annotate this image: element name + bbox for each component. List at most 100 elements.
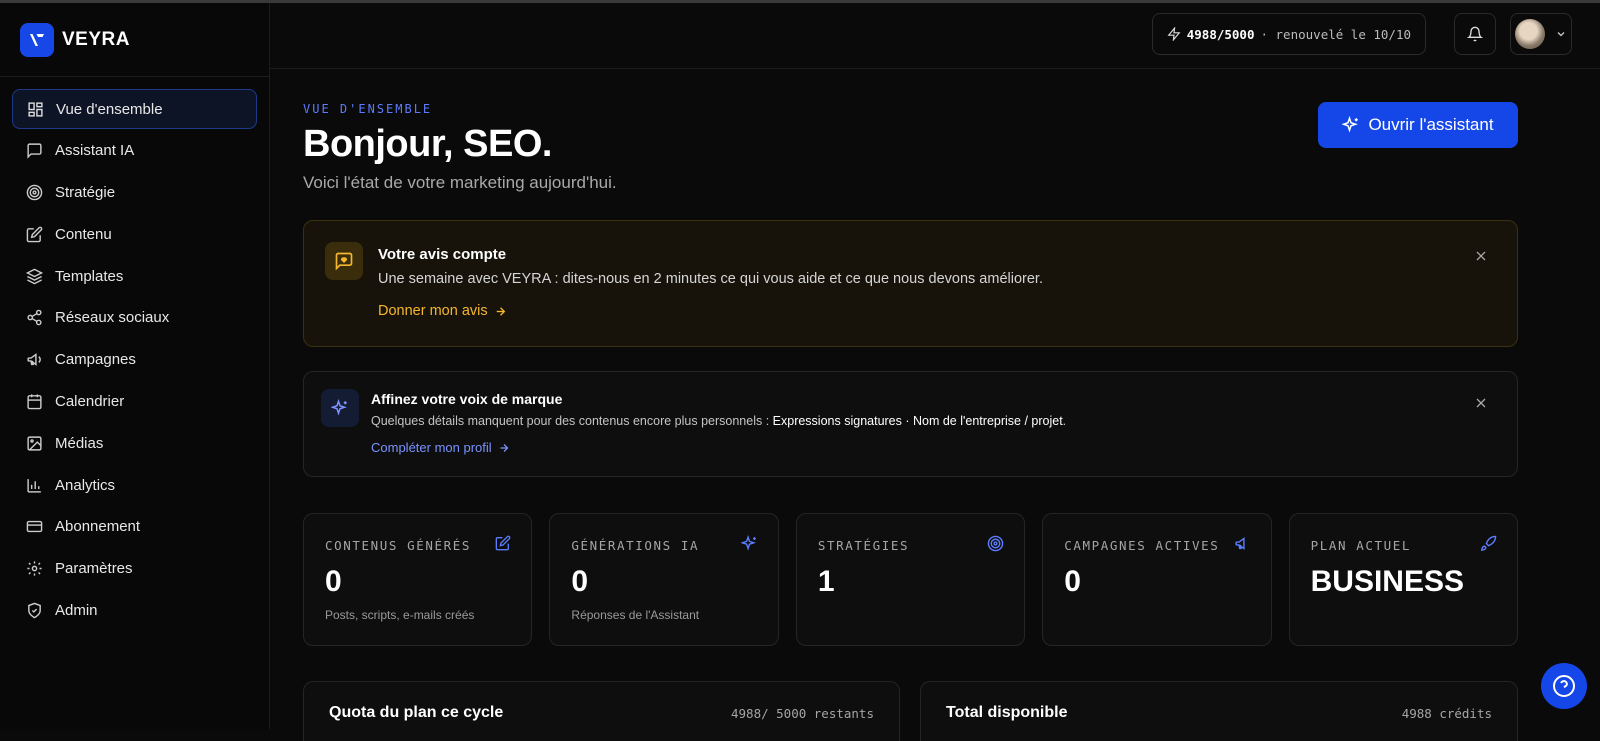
give-feedback-link[interactable]: Donner mon avis	[378, 303, 507, 319]
feedback-text: Une semaine avec VEYRA : dites-nous en 2…	[378, 271, 1043, 287]
calendar-icon	[27, 394, 42, 410]
sidebar-item-label: Assistant IA	[55, 142, 135, 160]
close-icon	[1476, 251, 1486, 261]
stat-label: GÉNÉRATIONS IA	[571, 538, 700, 553]
stat-subtext: Posts, scripts, e-mails créés	[325, 608, 475, 622]
stat-value: 0	[325, 565, 342, 598]
sidebar-item-media[interactable]: Médias	[12, 423, 257, 463]
feedback-title: Votre avis compte	[378, 246, 507, 263]
stat-value: 0	[571, 565, 589, 598]
credits-value: 4988/5000	[1186, 26, 1255, 42]
megaphone-icon	[1235, 537, 1245, 550]
close-icon	[1476, 398, 1486, 408]
stat-label: PLAN ACTUEL	[1310, 538, 1412, 553]
sidebar-item-label: Campagnes	[55, 351, 136, 369]
sparkle-icon	[740, 535, 756, 551]
target-icon	[987, 535, 1004, 552]
help-icon	[1553, 675, 1575, 697]
brand-voice-banner: Affinez votre voix de marque Quelques dé…	[303, 371, 1518, 477]
page-title: Bonjour, SEO.	[303, 123, 552, 165]
complete-profile-link[interactable]: Compléter mon profil	[371, 440, 510, 455]
close-feedback-button[interactable]	[1471, 246, 1491, 266]
close-brand-voice-button[interactable]	[1471, 393, 1491, 413]
sidebar-item-label: Templates	[55, 267, 124, 285]
total-available-credits: 4988 crédits	[1401, 706, 1492, 721]
credits-renewal: · renouvelé le 10/10	[1260, 26, 1411, 42]
layers-icon	[26, 268, 43, 285]
open-assistant-button[interactable]: Ouvrir l'assistant	[1318, 102, 1518, 148]
arrow-right-icon	[500, 443, 509, 452]
shield-icon	[28, 602, 41, 619]
profile-menu[interactable]	[1510, 13, 1572, 55]
plan-quota-title: Quota du plan ce cycle	[329, 704, 504, 721]
brand-name: VEYRA	[62, 28, 130, 50]
page-eyebrow: VUE D'ENSEMBLE	[303, 102, 433, 116]
avatar	[1515, 19, 1545, 49]
sparkle-icon	[1342, 116, 1359, 133]
top-header: 4988/5000 · renouvelé le 10/10	[270, 3, 1600, 69]
plan-quota-remaining: 4988/ 5000 restants	[731, 706, 874, 721]
target-icon	[26, 184, 43, 201]
sidebar-item-campaigns[interactable]: Campagnes	[12, 340, 257, 380]
sidebar-item-label: Vue d'ensemble	[56, 100, 163, 118]
brand-voice-text-suffix: .	[1062, 414, 1067, 428]
sidebar-item-admin[interactable]: Admin	[12, 591, 257, 631]
stat-label: CONTENUS GÉNÉRÉS	[325, 538, 472, 553]
page-subtitle: Voici l'état de votre marketing aujourd'…	[303, 173, 617, 192]
help-button[interactable]	[1541, 663, 1587, 709]
rocket-icon	[1480, 535, 1497, 552]
megaphone-icon	[27, 353, 41, 367]
bar-chart-icon	[27, 478, 41, 493]
share-icon	[27, 310, 42, 326]
stat-card-ai-generations[interactable]: GÉNÉRATIONS IA 0 Réponses de l'Assistant	[549, 513, 779, 646]
stat-value: BUSINESS	[1310, 565, 1464, 598]
edit-icon	[496, 535, 511, 551]
plan-quota-card: Quota du plan ce cycle 4988/ 5000 restan…	[303, 681, 900, 741]
sidebar-item-templates[interactable]: Templates	[12, 256, 257, 296]
sidebar: VEYRA Vue d'ensemble Assistant IA Straté…	[0, 3, 270, 729]
feedback-banner: Votre avis compte Une semaine avec VEYRA…	[303, 220, 1518, 347]
stat-card-current-plan[interactable]: PLAN ACTUEL BUSINESS	[1288, 513, 1519, 646]
edit-icon	[26, 226, 43, 243]
sidebar-item-label: Paramètres	[55, 560, 133, 578]
sidebar-item-content[interactable]: Contenu	[12, 214, 257, 254]
bell-icon	[1467, 26, 1483, 42]
sidebar-item-strategy[interactable]: Stratégie	[12, 173, 257, 213]
feedback-icon	[325, 242, 363, 280]
brand-voice-text: Quelques détails manquent pour des conte…	[371, 414, 1066, 428]
sidebar-item-subscription[interactable]: Abonnement	[12, 507, 257, 547]
sidebar-item-label: Médias	[55, 434, 104, 452]
arrow-right-icon	[496, 306, 505, 316]
sidebar-item-label: Contenu	[55, 225, 112, 243]
stats-grid: CONTENUS GÉNÉRÉS 0 Posts, scripts, e-mai…	[303, 513, 1519, 646]
sidebar-item-label: Admin	[55, 602, 98, 620]
sidebar-item-assistant[interactable]: Assistant IA	[12, 131, 257, 171]
sidebar-item-label: Abonnement	[55, 518, 141, 536]
brand[interactable]: VEYRA	[0, 3, 269, 77]
sidebar-item-analytics[interactable]: Analytics	[12, 465, 257, 505]
credits-indicator[interactable]: 4988/5000 · renouvelé le 10/10	[1151, 13, 1426, 55]
sidebar-item-settings[interactable]: Paramètres	[12, 549, 257, 589]
open-assistant-label: Ouvrir l'assistant	[1368, 115, 1494, 134]
stat-label: CAMPAGNES ACTIVES	[1064, 538, 1220, 553]
credit-card-icon	[26, 521, 43, 533]
complete-profile-label: Compléter mon profil	[371, 440, 492, 455]
give-feedback-label: Donner mon avis	[378, 303, 488, 319]
image-icon	[27, 436, 42, 451]
sidebar-item-social[interactable]: Réseaux sociaux	[12, 298, 257, 338]
stat-value: 0	[1064, 565, 1081, 598]
sidebar-item-label: Calendrier	[55, 393, 125, 411]
stat-label: STRATÉGIES	[817, 538, 910, 553]
stat-card-active-campaigns[interactable]: CAMPAGNES ACTIVES 0	[1042, 513, 1272, 646]
stat-card-contents[interactable]: CONTENUS GÉNÉRÉS 0 Posts, scripts, e-mai…	[303, 513, 533, 646]
stat-card-strategies[interactable]: STRATÉGIES 1	[795, 513, 1026, 646]
total-available-card: Total disponible 4988 crédits	[920, 681, 1518, 741]
sidebar-nav: Vue d'ensemble Assistant IA Stratégie Co…	[0, 77, 269, 631]
total-available-title: Total disponible	[946, 704, 1068, 721]
sidebar-item-overview[interactable]: Vue d'ensemble	[12, 89, 257, 129]
notifications-button[interactable]	[1454, 13, 1496, 55]
chevron-down-icon	[1557, 32, 1565, 37]
chat-icon	[27, 143, 42, 159]
stat-subtext: Réponses de l'Assistant	[571, 608, 700, 622]
sidebar-item-calendar[interactable]: Calendrier	[12, 382, 257, 422]
